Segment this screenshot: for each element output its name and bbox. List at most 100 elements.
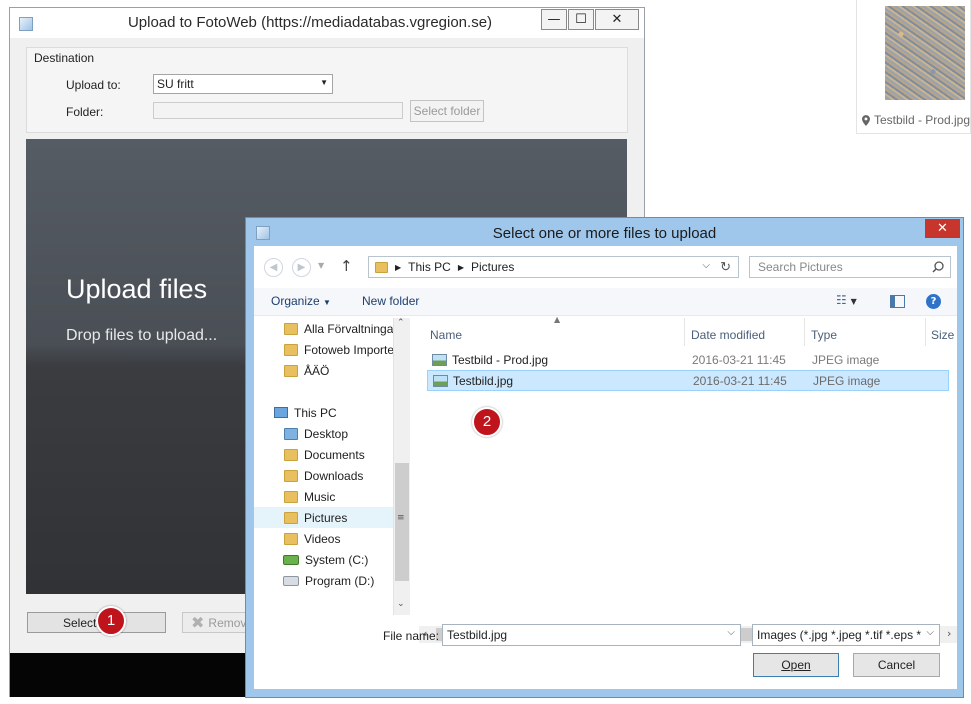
file-list[interactable]: ▲ Name Date modified Type Size Testbild … <box>419 315 957 600</box>
file-date: 2016-03-21 11:45 <box>693 373 787 388</box>
view-options-icon[interactable]: ☷ ▼ <box>836 293 857 307</box>
computer-icon <box>274 407 288 418</box>
close-icon: ✕ <box>937 221 948 236</box>
file-name: Testbild - Prod.jpg <box>452 352 549 367</box>
file-type-filter-value: Images (*.jpg *.jpeg *.tif *.eps * <box>757 628 922 642</box>
close-button[interactable]: ✕ <box>595 9 639 30</box>
minimize-button[interactable]: — <box>541 9 567 30</box>
nav-item-label: This PC <box>294 405 337 420</box>
open-button[interactable]: Open <box>753 653 839 677</box>
column-header-name[interactable]: Name <box>430 328 462 342</box>
up-arrow-icon[interactable]: ↑ <box>340 257 353 275</box>
maximize-button[interactable]: ☐ <box>568 9 594 30</box>
nav-item-program-d[interactable]: Program (D:) <box>254 570 399 591</box>
step-badge-2: 2 <box>472 407 502 437</box>
preview-pane-icon[interactable] <box>890 295 905 308</box>
recent-dropdown-icon[interactable]: ▼ <box>318 261 324 270</box>
select-folder-button[interactable]: Select folder <box>410 100 484 122</box>
navigation-scrollbar[interactable]: ⌃ ≡ ⌄ <box>393 318 410 615</box>
upload-to-select[interactable]: SU fritt ▼ <box>153 74 333 94</box>
scroll-grip-icon: ≡ <box>397 513 405 523</box>
column-header-type[interactable]: Type <box>811 328 837 342</box>
image-file-icon <box>432 353 447 366</box>
step-badge-1: 1 <box>96 606 126 636</box>
file-name-input[interactable]: Testbild.jpg ⌵ <box>442 624 741 646</box>
sort-ascending-icon: ▲ <box>554 315 561 324</box>
upload-to-label: Upload to: <box>66 78 121 92</box>
drive-icon <box>283 575 299 586</box>
search-input[interactable]: Search Pictures <box>749 256 951 278</box>
file-type: JPEG image <box>812 352 880 367</box>
breadcrumb-pictures[interactable]: Pictures <box>471 260 514 274</box>
nav-item-pictures[interactable]: Pictures <box>254 507 393 528</box>
cancel-button[interactable]: Cancel <box>853 653 940 677</box>
file-dialog-body: ◀ ▶ ▼ ↑ ▶ This PC ▶ Pictures ⌵ ↻ Search … <box>254 246 957 689</box>
file-dialog: Select one or more files to upload ✕ ◀ ▶… <box>245 217 964 698</box>
breadcrumb-separator-icon: ▶ <box>395 262 402 272</box>
nav-item-label: Pictures <box>304 510 348 525</box>
scroll-down-arrow-icon[interactable]: ⌄ <box>397 599 405 609</box>
scroll-up-arrow-icon[interactable]: ⌃ <box>397 318 405 328</box>
folder-input[interactable] <box>153 102 403 119</box>
thumbnail-caption-text: Testbild - Prod.jpg <box>873 113 970 127</box>
nav-item-system-c[interactable]: System (C:) <box>254 549 399 570</box>
folder-label: Folder: <box>66 105 104 119</box>
upload-window-titlebar[interactable]: Upload to FotoWeb (https://mediadatabas.… <box>10 8 644 38</box>
column-divider[interactable] <box>804 318 805 346</box>
forward-arrow-icon[interactable]: ▶ <box>292 258 311 277</box>
location-pin-icon <box>862 114 870 126</box>
help-icon[interactable]: ? <box>926 294 941 309</box>
nav-item-aao[interactable]: ÅÄÖ <box>254 360 399 381</box>
column-header-size[interactable]: Size <box>931 328 954 342</box>
music-folder-icon <box>284 490 298 503</box>
documents-folder-icon <box>284 448 298 461</box>
nav-item-desktop[interactable]: Desktop <box>254 423 399 444</box>
file-type-filter[interactable]: Images (*.jpg *.jpeg *.tif *.eps * ⌵ <box>752 624 940 646</box>
new-folder-button[interactable]: New folder <box>362 294 419 308</box>
pictures-folder-icon <box>375 261 388 273</box>
file-name-chevron-icon[interactable]: ⌵ <box>727 627 735 638</box>
organize-menu[interactable]: Organize ▼ <box>271 294 331 308</box>
column-divider[interactable] <box>925 318 926 346</box>
back-arrow-icon[interactable]: ◀ <box>264 258 283 277</box>
organize-label: Organize <box>271 294 320 308</box>
videos-folder-icon <box>284 532 298 545</box>
nav-item-fotoweb-importer[interactable]: Fotoweb Importer <box>254 339 399 360</box>
maximize-icon: ☐ <box>575 12 587 27</box>
nav-item-alla-forvaltningar[interactable]: Alla Förvaltningar <box>254 318 399 339</box>
nav-item-label: Desktop <box>304 426 349 441</box>
file-row-testbild[interactable]: Testbild.jpg 2016-03-21 11:45 JPEG image <box>427 370 949 391</box>
address-bar[interactable]: ▶ This PC ▶ Pictures ⌵ ↻ <box>368 256 739 278</box>
thumbnail-image[interactable] <box>885 6 965 100</box>
filter-chevron-icon[interactable]: ⌵ <box>926 627 934 638</box>
scroll-right-arrow-icon[interactable]: › <box>947 627 951 640</box>
folder-icon <box>284 322 298 335</box>
nav-item-videos[interactable]: Videos <box>254 528 399 549</box>
image-file-icon <box>433 374 448 387</box>
dialog-close-button[interactable]: ✕ <box>925 219 960 238</box>
breadcrumb-this-pc[interactable]: This PC <box>408 260 451 274</box>
upload-to-value: SU fritt <box>157 77 194 91</box>
nav-item-label: Downloads <box>304 468 364 483</box>
nav-item-music[interactable]: Music <box>254 486 399 507</box>
nav-item-documents[interactable]: Documents <box>254 444 399 465</box>
column-divider[interactable] <box>684 318 685 346</box>
nav-item-label: Program (D:) <box>305 573 375 588</box>
search-placeholder: Search Pictures <box>758 260 843 274</box>
file-row-testbild-prod[interactable]: Testbild - Prod.jpg 2016-03-21 11:45 JPE… <box>427 349 949 370</box>
nav-item-this-pc[interactable]: This PC <box>254 402 399 423</box>
minimize-icon: — <box>547 12 561 27</box>
file-name: Testbild.jpg <box>453 373 514 388</box>
dropdown-arrow-icon: ▼ <box>320 78 328 87</box>
system-drive-icon <box>283 554 299 565</box>
close-icon: ✕ <box>611 12 623 27</box>
address-history-chevron-icon[interactable]: ⌵ <box>702 260 710 271</box>
nav-item-downloads[interactable]: Downloads <box>254 465 399 486</box>
open-label: Open <box>781 658 811 672</box>
file-name-label: File name: <box>383 629 440 643</box>
folder-icon <box>284 343 298 356</box>
column-header-date-modified[interactable]: Date modified <box>691 328 765 342</box>
remove-x-icon: ✖ <box>191 614 205 632</box>
refresh-icon[interactable]: ↻ <box>720 259 731 275</box>
navigation-pane[interactable]: Alla Förvaltningar Fotoweb Importer ÅÄÖ … <box>254 318 409 615</box>
